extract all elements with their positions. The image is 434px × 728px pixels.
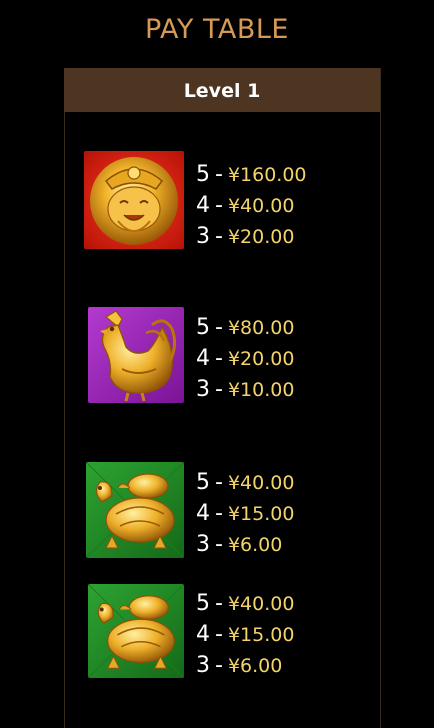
match-count: 3 <box>196 653 210 678</box>
payout-amount: ¥40.00 <box>227 195 295 217</box>
golden-rooster-icon <box>88 307 184 403</box>
match-count: 3 <box>196 377 210 402</box>
payout-amount: ¥160.00 <box>227 164 307 186</box>
payout-row: 4- ¥40.00 <box>196 193 295 218</box>
payout-row: 4- ¥15.00 <box>196 501 295 526</box>
match-count: 3 <box>196 532 210 557</box>
golden-god-of-wealth-icon <box>84 151 184 249</box>
payout-row: 5- ¥160.00 <box>196 162 307 187</box>
payout-row: 4- ¥20.00 <box>196 346 295 371</box>
golden-turtle-icon <box>86 462 184 558</box>
match-count: 5 <box>196 162 210 187</box>
payout-row: 3- ¥10.00 <box>196 377 295 402</box>
symbol-row-rooster: 5- ¥80.00 4- ¥20.00 3- ¥10.00 <box>84 307 344 407</box>
match-count: 3 <box>196 224 210 249</box>
match-count: 4 <box>196 501 210 526</box>
payout-amount: ¥6.00 <box>227 655 283 677</box>
match-count: 5 <box>196 470 210 495</box>
payout-list: 5- ¥80.00 4- ¥20.00 3- ¥10.00 <box>196 312 294 405</box>
match-count: 4 <box>196 622 210 647</box>
golden-turtle-icon <box>88 584 184 678</box>
payout-list: 5- ¥40.00 4- ¥15.00 3- ¥6.00 <box>196 588 294 681</box>
payout-amount: ¥40.00 <box>227 593 295 615</box>
payout-row: 5- ¥40.00 <box>196 470 295 495</box>
payout-amount: ¥15.00 <box>227 624 295 646</box>
payout-amount: ¥15.00 <box>227 503 295 525</box>
payout-amount: ¥20.00 <box>227 348 295 370</box>
payout-amount: ¥10.00 <box>227 379 295 401</box>
payout-row: 3- ¥20.00 <box>196 224 295 249</box>
payout-list: 5- ¥40.00 4- ¥15.00 3- ¥6.00 <box>196 467 294 560</box>
match-count: 5 <box>196 315 210 340</box>
symbol-row-turtle: 5- ¥40.00 4- ¥15.00 3- ¥6.00 <box>84 584 344 684</box>
symbol-row-turtle: 5- ¥40.00 4- ¥15.00 3- ¥6.00 <box>84 462 344 562</box>
pay-table-title: PAY TABLE <box>145 14 289 45</box>
payout-amount: ¥6.00 <box>227 534 283 556</box>
payout-row: 3- ¥6.00 <box>196 653 283 678</box>
match-count: 4 <box>196 346 210 371</box>
payout-amount: ¥40.00 <box>227 472 295 494</box>
payout-amount: ¥80.00 <box>227 317 295 339</box>
match-count: 4 <box>196 193 210 218</box>
payout-row: 4- ¥15.00 <box>196 622 295 647</box>
payout-row: 5- ¥80.00 <box>196 315 295 340</box>
payout-amount: ¥20.00 <box>227 226 295 248</box>
payout-row: 3- ¥6.00 <box>196 532 283 557</box>
payout-list: 5- ¥160.00 4- ¥40.00 3- ¥20.00 <box>196 159 307 252</box>
payout-row: 5- ¥40.00 <box>196 591 295 616</box>
level-header: Level 1 <box>64 68 380 112</box>
match-count: 5 <box>196 591 210 616</box>
symbol-row-god-of-wealth: 5- ¥160.00 4- ¥40.00 3- ¥20.00 <box>84 151 344 251</box>
